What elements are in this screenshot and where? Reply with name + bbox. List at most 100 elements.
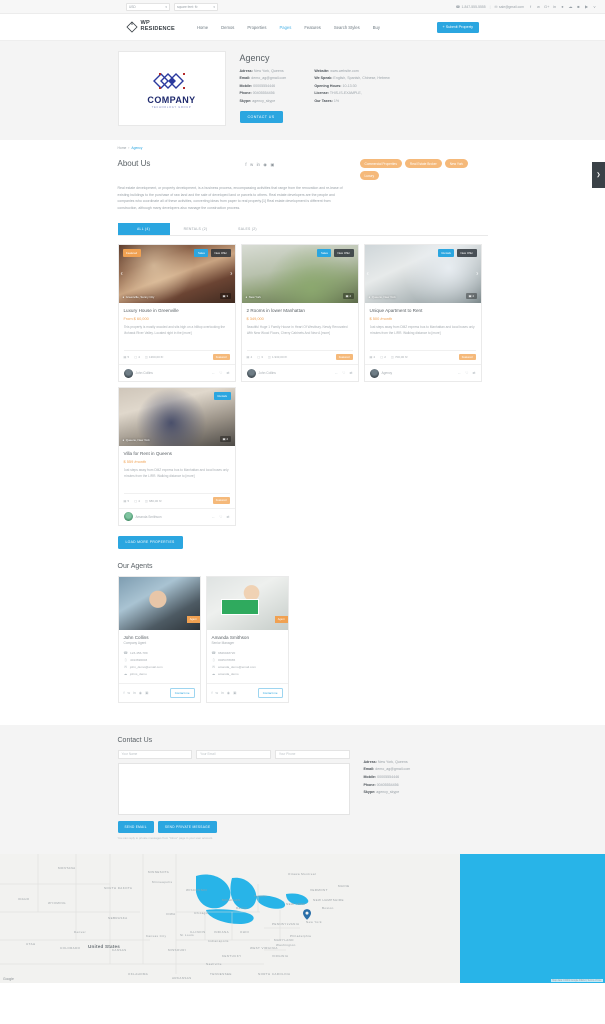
share-icon[interactable]: ← (212, 515, 216, 519)
measurement-select[interactable]: square feet: ft² ▾ (174, 2, 218, 11)
contact-me-button[interactable]: Contact me (257, 687, 283, 698)
instagram-icon[interactable]: ▣ (233, 691, 236, 695)
compare-icon[interactable]: ⇄ (226, 515, 229, 519)
tag-commercial-properties[interactable]: Commercial Properties (359, 159, 402, 169)
youtube-icon[interactable]: ▶ (584, 4, 589, 9)
email-value[interactable]: john_demo@email.com (130, 665, 163, 669)
agent-card[interactable]: Agent John Collins Company Agent ☎ 123-45… (117, 575, 201, 703)
compare-icon[interactable]: ⇄ (226, 371, 229, 375)
load-more-properties-button[interactable]: LOAD MORE PROPERTIES (117, 535, 183, 549)
favorite-icon[interactable]: ♡ (219, 515, 222, 519)
nav-item-features[interactable]: Features (304, 25, 321, 30)
send-private-message-button[interactable]: SEND PRIVATE MESSAGE (157, 820, 218, 833)
prev-photo-arrow-icon[interactable]: ‹ (367, 271, 369, 278)
topbar-email[interactable]: ✉ sale@gmail.com (495, 5, 524, 9)
pinterest-icon[interactable]: ◉ (227, 691, 230, 695)
email-value[interactable]: amanda_demo@email.com (218, 665, 256, 669)
tag-luxury[interactable]: Luxury (359, 171, 380, 181)
skype-icon[interactable]: ☁ (568, 4, 573, 9)
pinterest-icon[interactable]: ◉ (263, 162, 267, 167)
currency-select[interactable]: USD ▾ (126, 2, 170, 11)
twitter-icon[interactable]: w (250, 162, 253, 167)
contact-us-button[interactable]: CONTACT US (239, 110, 283, 123)
property-image[interactable]: Sales New Offer ● New York ▣ 2 (241, 245, 358, 304)
property-agent-name[interactable]: Amanda Smithson (136, 515, 162, 519)
instagram-icon[interactable]: ▣ (271, 162, 275, 167)
breadcrumb-home[interactable]: Home (118, 146, 127, 150)
twitter-icon[interactable]: w (128, 691, 131, 695)
linkedin-icon[interactable]: in (552, 4, 557, 9)
map-marker-icon[interactable] (303, 909, 311, 921)
property-image[interactable]: Rentals ● Queens, New York ▣ 2 (118, 388, 235, 447)
facebook-icon[interactable]: f (212, 691, 213, 695)
message-textarea[interactable] (117, 762, 350, 815)
agent-name[interactable]: John Collins (124, 635, 195, 640)
property-title[interactable]: 2 Rooms in lower Manhattan (247, 308, 353, 313)
submit-property-button[interactable]: + Submit Property (436, 21, 479, 33)
nav-item-buy[interactable]: Buy (373, 25, 380, 30)
value[interactable]: www.website.com (330, 69, 359, 73)
linkedin-icon[interactable]: in (133, 691, 136, 695)
send-email-button[interactable]: SEND EMAIL (117, 820, 154, 833)
email-input[interactable]: Your Email (196, 749, 271, 759)
pinterest-icon[interactable]: ◉ (139, 691, 142, 695)
google-plus-icon[interactable]: G+ (544, 4, 549, 9)
facebook-icon[interactable]: f (245, 162, 246, 167)
value[interactable]: demo_ag@gmail.com (251, 76, 286, 80)
phone-input[interactable]: Your Phone (274, 749, 350, 759)
prev-photo-arrow-icon[interactable]: ‹ (121, 271, 123, 278)
agent-skype: ☁ amanda_demo (212, 671, 283, 678)
compare-icon[interactable]: ⇄ (349, 371, 352, 375)
tab-all[interactable]: ALL (4) (117, 223, 170, 236)
nav-item-pages[interactable]: Pages (279, 25, 291, 30)
favorite-icon[interactable]: ♡ (342, 371, 345, 375)
property-image[interactable]: Rentals New Offer ‹ › ● Queens, New York … (364, 245, 481, 304)
next-photo-arrow-icon[interactable]: › (230, 271, 232, 278)
twitter-icon[interactable]: w (536, 4, 541, 9)
instagram-icon[interactable]: ■ (576, 4, 581, 9)
property-title[interactable]: Villa for Rent in Queens (124, 451, 230, 456)
property-agent-name[interactable]: John Collins (259, 371, 276, 375)
agent-name[interactable]: Amanda Smithson (212, 635, 283, 640)
twitter-icon[interactable]: w (216, 691, 219, 695)
site-logo[interactable]: WP RESIDENCE (126, 20, 175, 33)
tag-real-estate-broker[interactable]: Real Estate Broker (404, 159, 442, 169)
property-image[interactable]: Featured Sales New Offer ‹ › ● Greenville… (118, 245, 235, 304)
instagram-icon[interactable]: ▣ (145, 691, 148, 695)
tab-rentals[interactable]: RENTALS (2) (170, 223, 222, 235)
property-card[interactable]: Sales New Offer ● New York ▣ 2 2 Rooms in … (240, 244, 359, 383)
linkedin-icon[interactable]: in (257, 162, 260, 167)
facebook-icon[interactable]: f (124, 691, 125, 695)
property-card[interactable]: Rentals ● Queens, New York ▣ 2 Villa for R… (117, 387, 236, 526)
contact-me-button[interactable]: Contact me (169, 687, 195, 698)
next-photo-arrow-icon[interactable]: › (476, 271, 478, 278)
vimeo-icon[interactable]: v (592, 4, 597, 9)
tab-sales[interactable]: SALES (2) (222, 223, 274, 235)
nav-item-demos[interactable]: Demos (221, 25, 234, 30)
pinterest-icon[interactable]: ● (560, 4, 565, 9)
facebook-icon[interactable]: f (528, 4, 533, 9)
value[interactable]: demo_ag@gmail.com (375, 767, 410, 771)
location-map[interactable]: United States IDAHO WYOMING UTAH COLORAD… (0, 854, 605, 984)
favorite-icon[interactable]: ♡ (465, 371, 468, 375)
compare-icon[interactable]: ⇄ (472, 371, 475, 375)
nav-item-home[interactable]: Home (197, 25, 208, 30)
share-icon[interactable]: ← (458, 371, 462, 375)
topbar-phone[interactable]: ☎ 1-847-555-5555 (456, 5, 486, 9)
nav-item-search-styles[interactable]: Search Styles (334, 25, 360, 30)
linkedin-icon[interactable]: in (221, 691, 224, 695)
property-agent-name[interactable]: Agency (382, 371, 393, 375)
share-icon[interactable]: ← (335, 371, 339, 375)
property-agent-name[interactable]: John Collins (136, 371, 153, 375)
property-card[interactable]: Rentals New Offer ‹ › ● Queens, New York … (363, 244, 482, 383)
side-panel-toggle[interactable]: ❯ (592, 162, 605, 188)
property-card[interactable]: Featured Sales New Offer ‹ › ● Greenville… (117, 244, 236, 383)
property-title[interactable]: Unique Apartment to Rent (370, 308, 476, 313)
nav-item-properties[interactable]: Properties (247, 25, 266, 30)
favorite-icon[interactable]: ♡ (219, 371, 222, 375)
share-icon[interactable]: ← (212, 371, 216, 375)
name-input[interactable]: Your Name (117, 749, 193, 759)
tag-new-york[interactable]: New York (444, 159, 469, 169)
agent-card[interactable]: Agent Amanda Smithson Senior Manager ☎ 98… (205, 575, 289, 703)
property-title[interactable]: Luxury House in Greenville (124, 308, 230, 313)
